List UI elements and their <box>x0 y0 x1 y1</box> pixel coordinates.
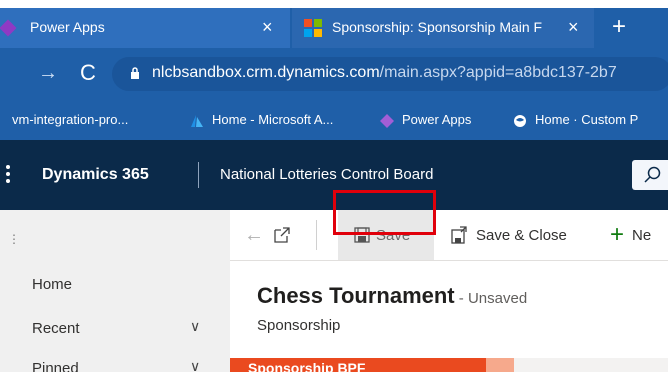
close-icon[interactable]: × <box>262 17 273 38</box>
sitemap-sidebar: ⋮ Home Recent ∨ Pinned ∨ <box>0 210 230 372</box>
power-apps-icon <box>0 19 17 37</box>
url-host: nlcbsandbox.crm.dynamics.com <box>152 64 380 81</box>
reload-button[interactable]: C <box>80 60 96 86</box>
bookmark-label: Home · Custom P <box>535 112 639 127</box>
forward-button[interactable]: → <box>38 62 58 85</box>
save-close-label: Save & Close <box>476 226 567 244</box>
tab-sponsorship[interactable]: Sponsorship: Sponsorship Main F × <box>292 8 594 48</box>
save-and-close-button[interactable]: Save & Close <box>450 210 567 260</box>
browser-tab-strip: Power Apps × Sponsorship: Sponsorship Ma… <box>0 8 668 48</box>
save-close-icon <box>451 226 467 244</box>
tab-power-apps[interactable]: Power Apps × <box>0 8 290 48</box>
bookmark-label: vm-integration-pro... <box>12 112 129 127</box>
bookmark-vm-integration[interactable]: vm-integration-pro... <box>12 112 128 127</box>
header-divider <box>198 162 199 188</box>
azure-icon <box>191 114 203 127</box>
chevron-down-icon[interactable]: ∨ <box>190 318 200 335</box>
app-launcher-icon[interactable] <box>6 164 10 184</box>
command-bar: ← Save Save & Close + Ne <box>230 210 668 261</box>
url-field[interactable]: nlcbsandbox.crm.dynamics.com/main.aspx?a… <box>112 57 668 91</box>
plus-icon: + <box>610 221 625 248</box>
app-brand[interactable]: Dynamics 365 <box>42 166 149 184</box>
bookmarks-bar: vm-integration-pro... Home - Microsoft A… <box>0 100 668 140</box>
new-button[interactable]: + Ne <box>610 210 651 260</box>
command-divider <box>316 220 317 250</box>
screenshot-frame: Power Apps × Sponsorship: Sponsorship Ma… <box>0 0 668 372</box>
entity-name: Sponsorship <box>257 317 341 334</box>
bookmark-label: Power Apps <box>402 112 472 127</box>
tab-label: Sponsorship: Sponsorship Main F <box>332 19 542 35</box>
new-label: Ne <box>632 226 652 244</box>
global-search-button[interactable] <box>632 160 668 190</box>
bookmark-home-custom[interactable]: Home · Custom P <box>513 112 638 128</box>
new-tab-button[interactable]: + <box>612 13 626 41</box>
bookmark-label: Home - Microsoft A... <box>212 112 334 127</box>
business-process-flow: Sponsorship BPF <box>230 358 668 372</box>
power-apps-icon <box>380 113 394 128</box>
bookmark-home-microsoft[interactable]: Home - Microsoft A... <box>190 112 333 127</box>
microsoft-logo-icon <box>304 19 322 37</box>
globe-icon <box>514 114 526 127</box>
bpf-stage-label: Sponsorship BPF <box>248 360 366 372</box>
bookmark-power-apps[interactable]: Power Apps <box>380 112 471 128</box>
tab-label: Power Apps <box>30 19 105 35</box>
sidebar-item-pinned[interactable]: Pinned <box>32 360 79 372</box>
search-icon <box>644 166 661 183</box>
close-icon[interactable]: × <box>568 17 579 38</box>
record-title: Chess Tournament - Unsaved <box>257 283 527 309</box>
lock-icon <box>131 67 139 79</box>
form-header: Chess Tournament - Unsaved Sponsorship <box>230 261 668 358</box>
url-path: /main.aspx?appid=a8bdc137-2b7 <box>379 64 617 81</box>
open-in-new-window-button[interactable] <box>274 210 290 260</box>
bpf-stage-active[interactable]: Sponsorship BPF <box>230 358 486 372</box>
record-name: Chess Tournament <box>257 283 455 308</box>
sidebar-collapse-icon[interactable]: ⋮ <box>8 232 20 246</box>
url-text: nlcbsandbox.crm.dynamics.com/main.aspx?a… <box>152 64 617 82</box>
save-state: - Unsaved <box>454 290 528 307</box>
sidebar-item-home[interactable]: Home <box>32 276 72 293</box>
bpf-stage-next[interactable] <box>486 358 514 372</box>
chevron-down-icon[interactable]: ∨ <box>190 358 200 372</box>
org-name: National Lotteries Control Board <box>220 166 434 183</box>
address-bar-row: → C nlcbsandbox.crm.dynamics.com/main.as… <box>0 48 668 100</box>
sidebar-item-recent[interactable]: Recent <box>32 320 80 337</box>
highlight-box <box>333 190 436 235</box>
back-button[interactable]: ← <box>244 210 264 260</box>
popout-icon <box>274 227 290 243</box>
